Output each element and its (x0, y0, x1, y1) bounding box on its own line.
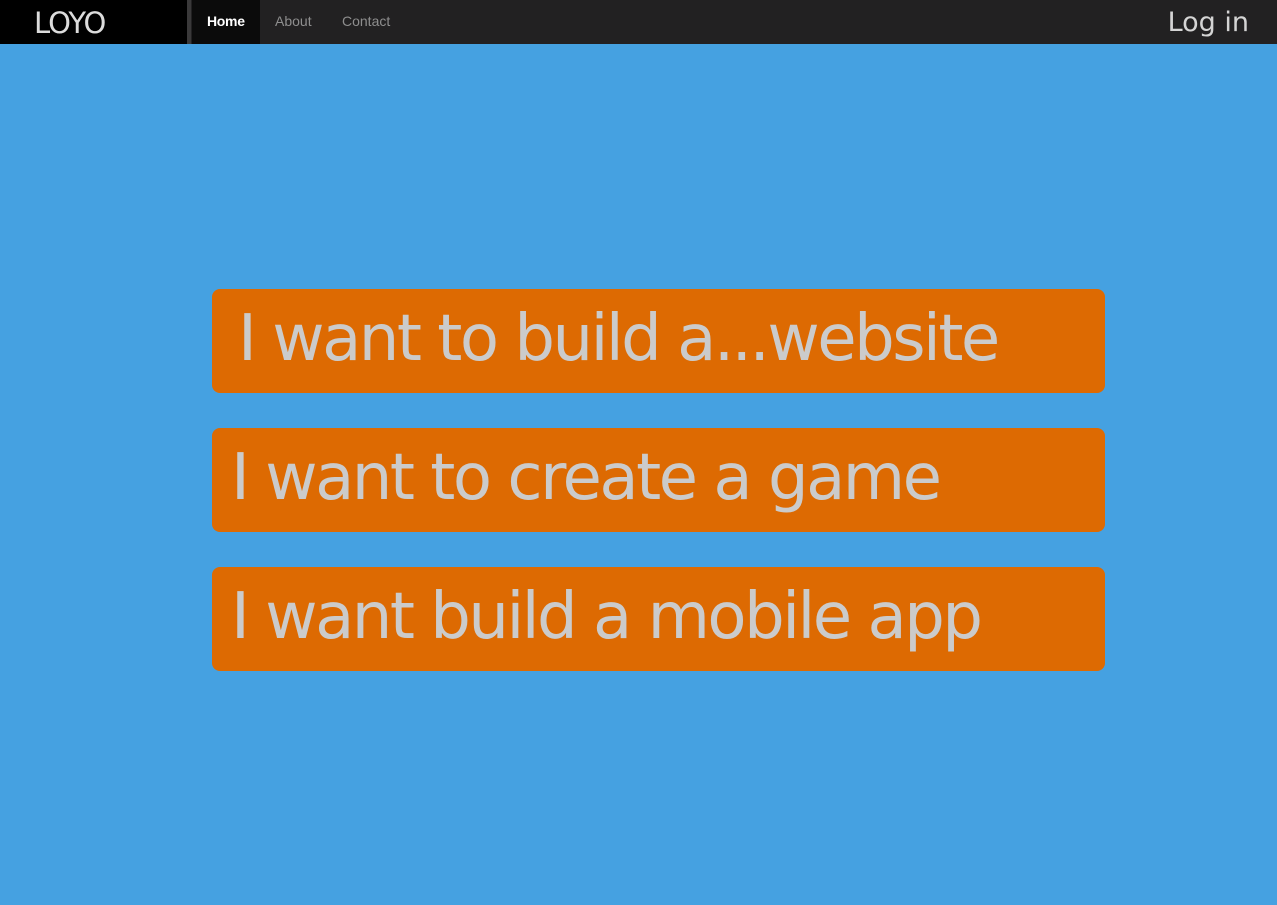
login-link[interactable]: Log in (1168, 0, 1249, 44)
brand-logo[interactable]: LOYO (0, 0, 187, 44)
choice-label: I want to build a...website (238, 302, 1000, 376)
choice-build-website-button[interactable]: I want to build a...website (212, 289, 1105, 393)
top-navbar: LOYO Home About Contact Log in (0, 0, 1277, 44)
brand-divider (187, 0, 191, 44)
nav-item-contact[interactable]: Contact (327, 0, 405, 44)
choice-label: I want build a mobile app (231, 580, 983, 654)
choice-create-game-button[interactable]: I want to create a game (212, 428, 1105, 532)
choice-label: I want to create a game (231, 441, 942, 515)
nav-item-home[interactable]: Home (192, 0, 260, 44)
choice-build-mobile-app-button[interactable]: I want build a mobile app (212, 567, 1105, 671)
nav-item-about[interactable]: About (260, 0, 327, 44)
